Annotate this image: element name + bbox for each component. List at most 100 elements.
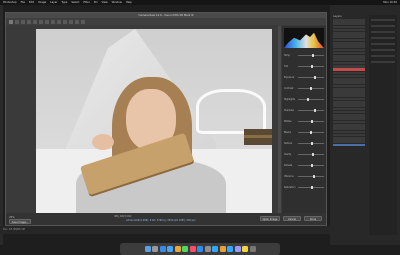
layer-row[interactable] [333,48,365,52]
messages-icon[interactable] [182,246,188,252]
slider-knob[interactable] [311,65,313,68]
layer-row[interactable] [333,28,365,32]
menubar-clock[interactable]: Mon 10:30 [383,1,397,4]
done-button[interactable]: Done [304,216,322,221]
slider-track[interactable] [298,186,324,189]
slider-highlights[interactable]: Highlights [284,98,324,101]
launchpad-icon[interactable] [152,246,158,252]
slider-knob[interactable] [312,153,315,156]
slider-vibrance[interactable]: Vibrance [284,175,324,178]
layer-row[interactable] [333,74,365,78]
slider-knob[interactable] [314,109,317,112]
layer-row[interactable] [333,61,365,65]
menu-window[interactable]: Window [112,1,122,4]
filmstrip-toggle[interactable] [278,26,281,224]
layer-row[interactable] [333,110,365,114]
layer-row[interactable] [333,114,365,117]
premiere-icon[interactable] [234,246,241,252]
menu-edit[interactable]: Edit [29,1,34,4]
menu-select[interactable]: Select [71,1,79,4]
layers-list[interactable] [333,19,365,147]
layer-row[interactable] [333,32,365,35]
layer-row[interactable] [333,104,365,107]
menu-image[interactable]: Image [38,1,46,4]
spot-removal-icon[interactable] [57,19,61,24]
layer-row[interactable] [333,91,365,94]
slider-knob[interactable] [307,98,310,101]
slider-track[interactable] [298,98,324,101]
layer-row[interactable] [333,87,365,91]
layer-row[interactable] [333,133,365,137]
layer-row[interactable] [333,64,365,68]
slider-clarity[interactable]: Clarity [284,153,324,156]
finder-icon[interactable] [144,246,151,252]
slider-track[interactable] [298,175,324,178]
layer-row[interactable] [333,71,365,75]
slider-tint[interactable]: Tint [284,65,324,68]
slider-knob[interactable] [311,142,313,145]
layer-row[interactable] [333,124,365,127]
straighten-tool-icon[interactable] [45,19,49,24]
menu-filter[interactable]: Filter [83,1,89,4]
radial-filter-icon[interactable] [81,19,85,24]
white-balance-tool-icon[interactable] [21,19,25,24]
slider-track[interactable] [298,87,324,90]
slider-knob[interactable] [311,164,313,167]
layer-row[interactable] [333,120,365,124]
slider-knob[interactable] [312,54,315,57]
crop-tool-icon[interactable] [39,19,43,24]
layer-row[interactable] [333,19,365,22]
layer-row[interactable] [333,41,365,45]
layer-row[interactable] [333,117,365,121]
layer-row[interactable] [333,130,365,134]
slider-dehaze[interactable]: Dehaze [284,164,324,167]
layer-row[interactable] [333,97,365,101]
cancel-button[interactable]: Cancel [283,216,301,221]
trash-icon[interactable] [249,246,256,252]
menu-app[interactable]: Photoshop [3,1,17,4]
layer-row[interactable] [333,25,365,29]
slider-knob[interactable] [311,186,313,189]
menu-3d[interactable]: 3D [94,1,98,4]
layer-row[interactable] [333,55,365,58]
slider-texture[interactable]: Texture [284,142,324,145]
menu-file[interactable]: File [21,1,25,4]
layer-row-highlighted[interactable] [333,68,365,71]
graduated-filter-icon[interactable] [75,19,79,24]
slider-blacks[interactable]: Blacks [284,131,324,134]
layer-row[interactable] [333,140,365,143]
layer-row[interactable] [333,58,365,61]
red-eye-icon[interactable] [63,19,67,24]
transform-tool-icon[interactable] [51,19,55,24]
slider-exposure[interactable]: Exposure [284,76,324,79]
menu-type[interactable]: Type [61,1,67,4]
color-sampler-icon[interactable] [27,19,31,24]
slider-contrast[interactable]: Contrast [284,87,324,90]
slider-track[interactable] [298,164,324,167]
menu-help[interactable]: Help [126,1,132,4]
layer-row-selected[interactable] [333,143,365,147]
slider-track[interactable] [298,76,324,79]
hand-tool-icon[interactable] [15,19,19,24]
adjustment-brush-icon[interactable] [69,19,73,24]
layer-row[interactable] [333,101,365,104]
slider-track[interactable] [298,120,324,123]
layer-row[interactable] [333,51,365,55]
layer-row[interactable] [333,45,365,48]
save-image-button[interactable]: Save Image... [9,219,31,224]
notes-icon[interactable] [242,246,248,252]
slider-track[interactable] [298,65,324,68]
layer-row[interactable] [333,137,365,140]
safari-icon[interactable] [159,246,166,252]
layers-panel-title[interactable]: Layers [333,15,342,18]
mail-icon[interactable] [167,246,173,252]
slider-knob[interactable] [311,120,313,123]
image-preview[interactable] [36,29,272,221]
slider-track[interactable] [298,153,324,156]
layer-row[interactable] [333,22,365,25]
music-icon[interactable] [189,246,196,252]
layer-row[interactable] [333,38,365,42]
app-store-icon[interactable] [197,246,203,252]
layer-row[interactable] [333,94,365,98]
slider-whites[interactable]: Whites [284,120,324,123]
